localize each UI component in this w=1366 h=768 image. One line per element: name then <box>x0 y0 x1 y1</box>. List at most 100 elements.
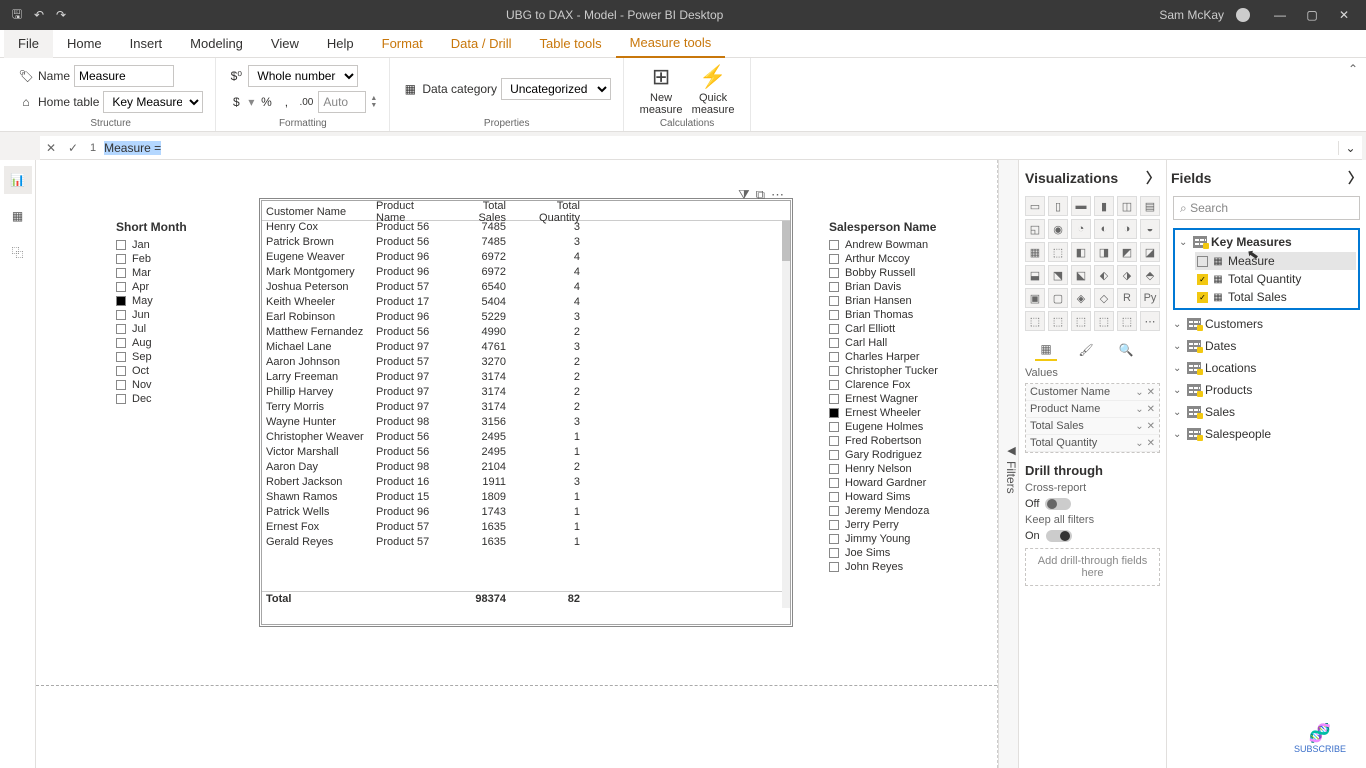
table-row[interactable]: Eugene WeaverProduct 9669724 <box>262 251 790 266</box>
table-row[interactable]: Matthew FernandezProduct 5649902 <box>262 326 790 341</box>
viz-type-icon[interactable]: ⬚ <box>1071 311 1091 331</box>
salesperson-option[interactable]: Christopher Tucker <box>829 364 984 378</box>
field-checkbox[interactable]: ✓ <box>1197 292 1208 303</box>
viz-type-icon[interactable]: ▮ <box>1094 196 1114 216</box>
salesperson-option[interactable]: Arthur Mccoy <box>829 252 984 266</box>
chevron-down-icon[interactable]: ⌄ <box>1135 421 1143 432</box>
tab-format[interactable]: Format <box>368 30 437 58</box>
viz-type-icon[interactable]: ⬔ <box>1048 265 1068 285</box>
viz-type-icon[interactable]: ⬕ <box>1071 265 1091 285</box>
salesperson-option[interactable]: Ernest Wheeler <box>829 406 984 420</box>
viz-type-icon[interactable]: ⬗ <box>1117 265 1137 285</box>
viz-type-icon[interactable]: ◑ <box>1117 219 1137 239</box>
viz-type-icon[interactable]: ◇ <box>1094 288 1114 308</box>
salesperson-option[interactable]: Charles Harper <box>829 350 984 364</box>
table-row[interactable]: Christopher WeaverProduct 5624951 <box>262 431 790 446</box>
format-tab-icon[interactable]: 🖌 <box>1075 339 1097 361</box>
viz-type-icon[interactable]: ◒ <box>1140 219 1160 239</box>
table-key-measures[interactable]: ⌄ Key Measures <box>1177 232 1356 252</box>
ribbon-collapse-icon[interactable]: ⌃ <box>1348 62 1358 76</box>
values-well[interactable]: Customer Name⌄✕Product Name⌄✕Total Sales… <box>1025 383 1160 453</box>
table-row[interactable]: Patrick BrownProduct 5674853 <box>262 236 790 251</box>
viz-type-icon[interactable]: ▦ <box>1025 242 1045 262</box>
measure-name-input[interactable] <box>74 65 174 87</box>
table-row[interactable]: Victor MarshallProduct 5624951 <box>262 446 790 461</box>
formula-commit-icon[interactable]: ✓ <box>62 141 84 155</box>
tab-modeling[interactable]: Modeling <box>176 30 257 58</box>
salesperson-option[interactable]: Jimmy Young <box>829 532 984 546</box>
month-option[interactable]: Apr <box>116 280 236 294</box>
tab-help[interactable]: Help <box>313 30 368 58</box>
viz-type-icon[interactable]: ◐ <box>1094 219 1114 239</box>
month-option[interactable]: Dec <box>116 392 236 406</box>
model-view-icon[interactable]: ⿻ <box>4 238 32 266</box>
tab-view[interactable]: View <box>257 30 313 58</box>
drillthrough-dropzone[interactable]: Add drill-through fields here <box>1025 548 1160 586</box>
hometable-select[interactable]: Key Measures <box>103 91 203 113</box>
tab-measuretools[interactable]: Measure tools <box>616 30 726 58</box>
table-row[interactable]: Shawn RamosProduct 1518091 <box>262 491 790 506</box>
viz-type-icon[interactable]: R <box>1117 288 1137 308</box>
maximize-button[interactable]: ▢ <box>1298 5 1326 25</box>
salesperson-option[interactable]: Clarence Fox <box>829 378 984 392</box>
salesperson-option[interactable]: Brian Davis <box>829 280 984 294</box>
chevron-down-icon[interactable]: ⌄ <box>1135 387 1143 398</box>
table-row[interactable]: Aaron JohnsonProduct 5732702 <box>262 356 790 371</box>
viz-type-icon[interactable]: ◉ <box>1048 219 1068 239</box>
salesperson-option[interactable]: Henry Nelson <box>829 462 984 476</box>
month-option[interactable]: Jun <box>116 308 236 322</box>
month-option[interactable]: May <box>116 294 236 308</box>
table-scrollbar[interactable] <box>782 221 790 608</box>
well-item[interactable]: Customer Name⌄✕ <box>1026 384 1159 401</box>
viz-type-icon[interactable]: ⬚ <box>1094 311 1114 331</box>
well-item[interactable]: Product Name⌄✕ <box>1026 401 1159 418</box>
currency-icon[interactable]: $ <box>228 94 244 110</box>
tab-file[interactable]: File <box>4 30 53 58</box>
viz-type-icon[interactable]: ⋯ <box>1140 311 1160 331</box>
viz-type-icon[interactable]: ▯ <box>1048 196 1068 216</box>
table-row[interactable]: Michael LaneProduct 9747613 <box>262 341 790 356</box>
col-customer[interactable]: Customer Name <box>262 204 372 220</box>
table-row[interactable]: Mark MontgomeryProduct 9669724 <box>262 266 790 281</box>
viz-type-icon[interactable]: ◱ <box>1025 219 1045 239</box>
well-item[interactable]: Total Sales⌄✕ <box>1026 418 1159 435</box>
save-icon[interactable]: 🖫 <box>8 6 26 24</box>
remove-icon[interactable]: ✕ <box>1147 404 1155 415</box>
viz-type-icon[interactable]: ⬚ <box>1048 242 1068 262</box>
viz-type-icon[interactable]: ▬ <box>1071 196 1091 216</box>
field-table[interactable]: ⌄Salespeople <box>1171 424 1362 444</box>
remove-icon[interactable]: ✕ <box>1147 387 1155 398</box>
report-canvas[interactable]: Short Month JanFebMarAprMayJunJulAugSepO… <box>36 160 998 768</box>
crossreport-toggle[interactable] <box>1045 498 1071 510</box>
field-item[interactable]: ✓▦Total Quantity <box>1195 270 1356 288</box>
salesperson-option[interactable]: Bobby Russell <box>829 266 984 280</box>
viz-type-icon[interactable]: ◫ <box>1117 196 1137 216</box>
redo-icon[interactable]: ↷ <box>52 6 70 24</box>
viz-type-icon[interactable]: ▢ <box>1048 288 1068 308</box>
datacategory-select[interactable]: Uncategorized <box>501 78 611 100</box>
table-row[interactable]: Phillip HarveyProduct 9731742 <box>262 386 790 401</box>
minimize-button[interactable]: ― <box>1266 5 1294 25</box>
data-view-icon[interactable]: ▦ <box>4 202 32 230</box>
viz-type-icon[interactable]: ⬘ <box>1140 265 1160 285</box>
field-table[interactable]: ⌄Products <box>1171 380 1362 400</box>
month-option[interactable]: Aug <box>116 336 236 350</box>
month-option[interactable]: Sep <box>116 350 236 364</box>
viz-type-icon[interactable]: ⬚ <box>1025 311 1045 331</box>
field-item[interactable]: ✓▦Total Sales <box>1195 288 1356 306</box>
salesperson-option[interactable]: Jeremy Mendoza <box>829 504 984 518</box>
report-view-icon[interactable]: 📊 <box>4 166 32 194</box>
salesperson-option[interactable]: Andrew Bowman <box>829 238 984 252</box>
fields-collapse-icon[interactable]: 〉 <box>1348 168 1362 188</box>
formula-cancel-icon[interactable]: ✕ <box>40 141 62 155</box>
format-select[interactable]: Whole number <box>248 65 358 87</box>
viz-type-icon[interactable]: ▭ <box>1025 196 1045 216</box>
table-row[interactable]: Gerald ReyesProduct 5716351 <box>262 536 790 551</box>
salesperson-option[interactable]: Brian Hansen <box>829 294 984 308</box>
month-option[interactable]: Feb <box>116 252 236 266</box>
month-option[interactable]: Mar <box>116 266 236 280</box>
month-option[interactable]: Jul <box>116 322 236 336</box>
salesperson-option[interactable]: John Reyes <box>829 560 984 574</box>
tab-tabletools[interactable]: Table tools <box>525 30 615 58</box>
tab-home[interactable]: Home <box>53 30 116 58</box>
